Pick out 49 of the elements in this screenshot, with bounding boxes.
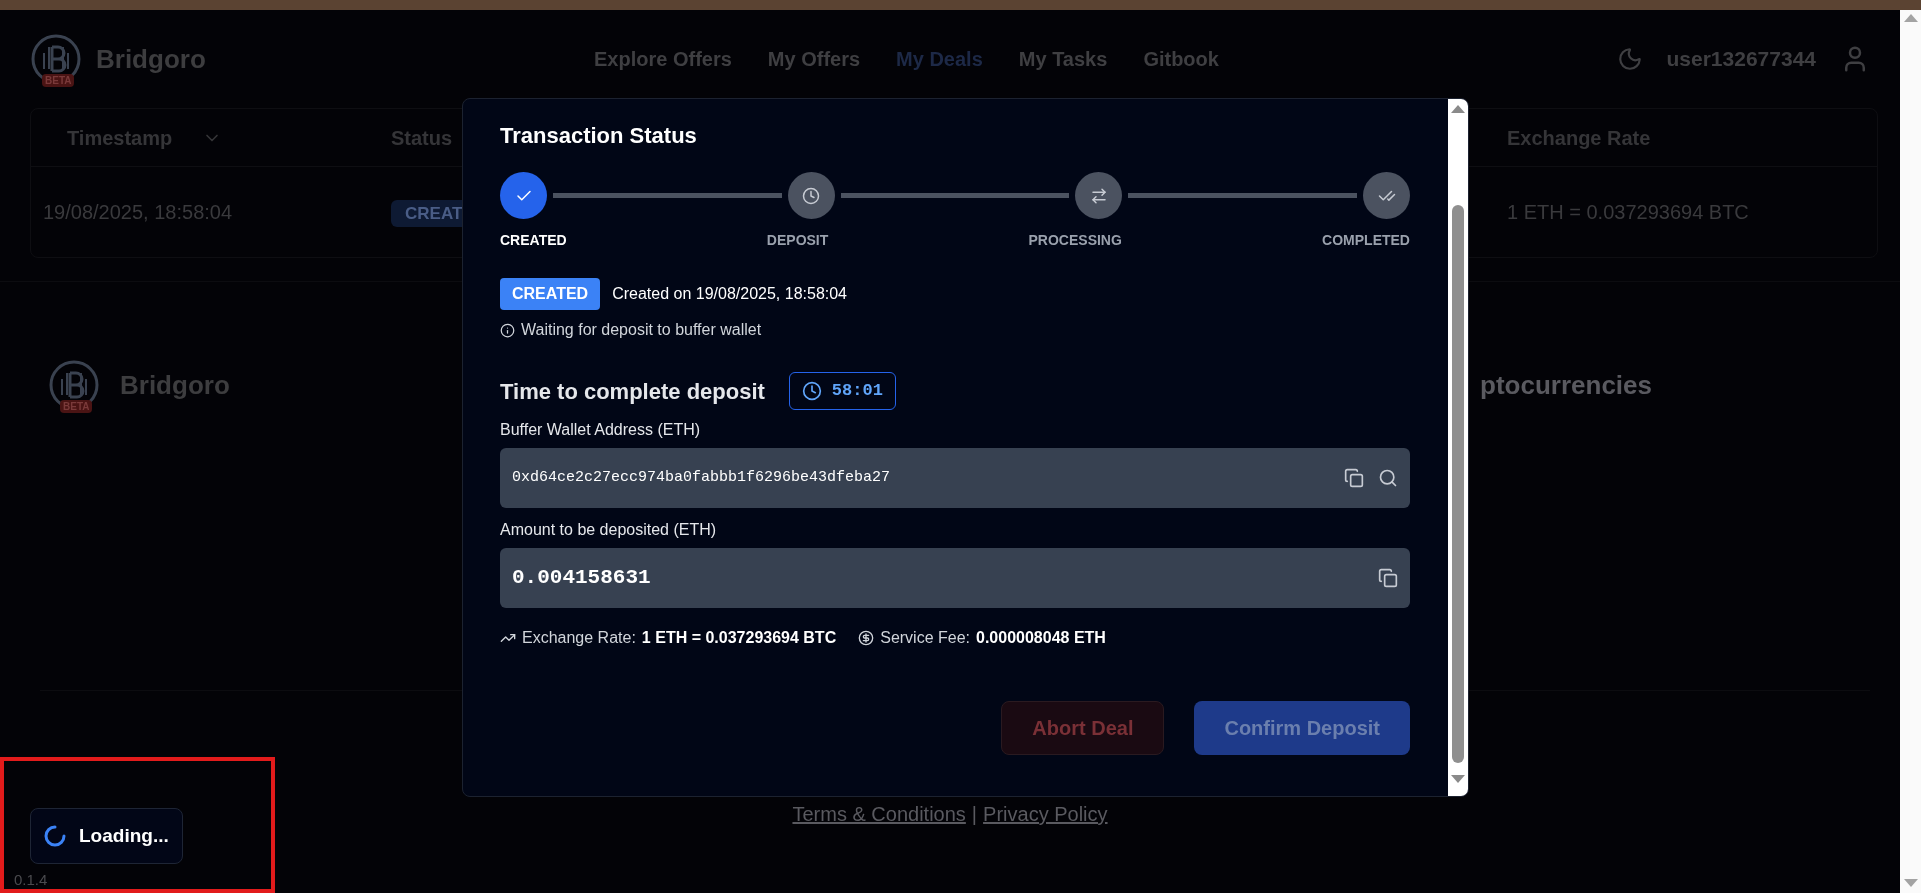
timer-text: 58:01	[831, 380, 883, 403]
spinner-icon	[43, 824, 67, 848]
step-label: PROCESSING	[1028, 231, 1122, 250]
info-text: Waiting for deposit to buffer wallet	[521, 320, 762, 340]
timer-heading: Time to complete deposit	[500, 377, 765, 406]
exchange-rate-value: 1 ETH = 0.037293694 BTC	[641, 628, 837, 648]
info-icon	[500, 322, 515, 338]
clock-icon	[801, 381, 822, 401]
terms-link[interactable]: Terms & Conditions	[792, 803, 966, 825]
clock-icon	[802, 186, 821, 205]
field-label: Buffer Wallet Address (ETH)	[500, 420, 702, 440]
address-field[interactable]: 0xd64ce2c27ecc974ba0fabbb1f6296be43dfeba27	[500, 448, 1410, 508]
status-badge: CREATED	[500, 278, 601, 310]
brand-name: Bridgoro	[96, 42, 206, 76]
nav-link[interactable]: My Offers	[767, 44, 861, 74]
version-text: 0.1.4	[14, 871, 48, 888]
scroll-thumb[interactable]	[1452, 205, 1464, 763]
scroll-up-icon[interactable]	[1903, 14, 1918, 22]
dialog-title: Transaction Status	[500, 122, 698, 150]
username: user132677344	[1666, 46, 1816, 73]
copy-icon[interactable]	[1344, 468, 1364, 488]
nav-link[interactable]: Gitbook	[1143, 44, 1219, 74]
exchange-rate-label: Exchange Rate:	[522, 628, 636, 648]
loading-text: Loading...	[79, 823, 169, 848]
step-label: DEPOSIT	[766, 231, 829, 250]
privacy-link[interactable]: Privacy Policy	[983, 803, 1108, 825]
service-fee-label: Service Fee:	[880, 628, 970, 648]
field-label: Amount to be deposited (ETH)	[500, 520, 718, 540]
page-scrollbar[interactable]	[1900, 10, 1921, 893]
dialog-scrollbar[interactable]	[1448, 99, 1468, 796]
tagline-text: ptocurrencies	[1480, 368, 1653, 402]
copy-icon[interactable]	[1378, 568, 1398, 588]
nav-link[interactable]: My Tasks	[1018, 44, 1108, 74]
service-fee-value: 0.000008048 ETH	[976, 628, 1106, 648]
theme-toggle-icon[interactable]	[1616, 46, 1643, 72]
step-label: CREATED	[500, 231, 567, 250]
step-label: COMPLETED	[1322, 231, 1410, 250]
link-separator: |	[971, 803, 978, 825]
scroll-down-icon[interactable]	[1451, 775, 1465, 783]
created-date-text: Created on 19/08/2025, 18:58:04	[612, 284, 847, 304]
scroll-down-icon[interactable]	[1903, 879, 1918, 887]
search-icon[interactable]	[1378, 468, 1398, 488]
brand-name: Bridgoro	[120, 368, 230, 402]
amount-field[interactable]: 0.004158631	[500, 548, 1410, 608]
scroll-up-icon[interactable]	[1451, 105, 1465, 113]
swap-arrows-icon	[1089, 186, 1108, 205]
dollar-icon	[858, 630, 875, 646]
nav-link[interactable]: My Deals	[896, 44, 983, 74]
nav-link[interactable]: Explore Offers	[594, 44, 732, 74]
